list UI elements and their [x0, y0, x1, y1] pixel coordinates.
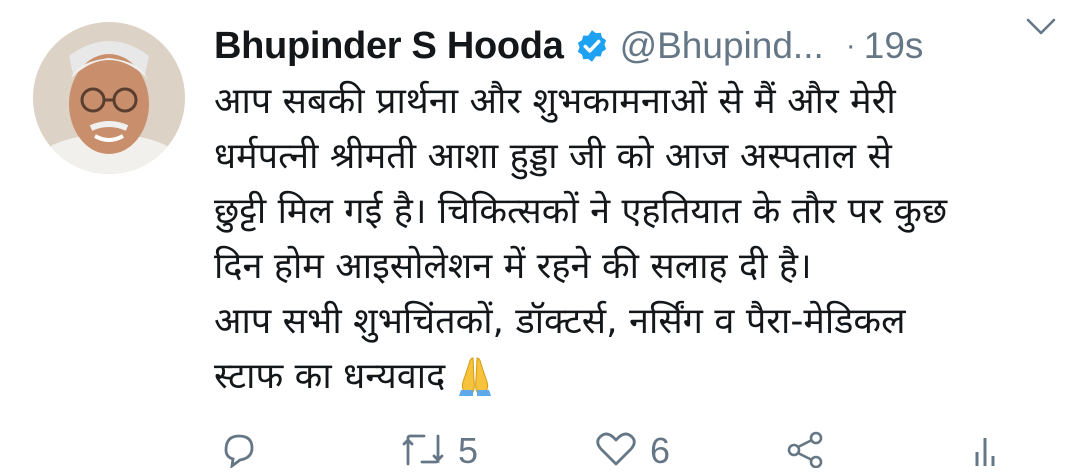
tweet-actions: 5 6	[214, 424, 1050, 471]
tweet-text-line: स्टाफ का धन्यवाद	[214, 356, 446, 397]
tweet-header: Bhupinder S Hooda @Bhupind... · 19s	[214, 18, 1060, 74]
tweet-text-line: आप सभी शुभचिंतकों, डॉक्टर्स, नर्सिंग व प…	[214, 301, 906, 342]
verified-badge-icon	[574, 28, 610, 64]
tweet-text-line: दिन होम आइसोलेशन में रहने की सलाह दी है।	[214, 246, 812, 287]
tweet-text-line: आप सबकी प्रार्थना और शुभकामनाओं से मैं औ…	[214, 81, 896, 122]
author-name[interactable]: Bhupinder S Hooda	[214, 25, 564, 68]
tweet-timestamp[interactable]: 19s	[864, 25, 924, 67]
folded-hands-emoji-icon	[453, 352, 497, 412]
author-handle[interactable]: @Bhupind...	[620, 25, 824, 67]
tweet-text-line-last: स्टाफ का धन्यवाद	[214, 349, 1064, 412]
chevron-down-icon[interactable]	[1024, 14, 1058, 38]
separator-dot: ·	[845, 29, 856, 62]
tweet-text-line: छुट्टी मिल गई है। चिकित्सकों ने एहतियात …	[214, 191, 948, 232]
author-avatar[interactable]	[33, 22, 185, 174]
tweet-text-line: धर्मपत्नी श्रीमती आशा हुड्डा जी को आज अस…	[214, 136, 892, 177]
tweet-text: आप सबकी प्रार्थना और शुभकामनाओं से मैं औ…	[214, 74, 1064, 412]
